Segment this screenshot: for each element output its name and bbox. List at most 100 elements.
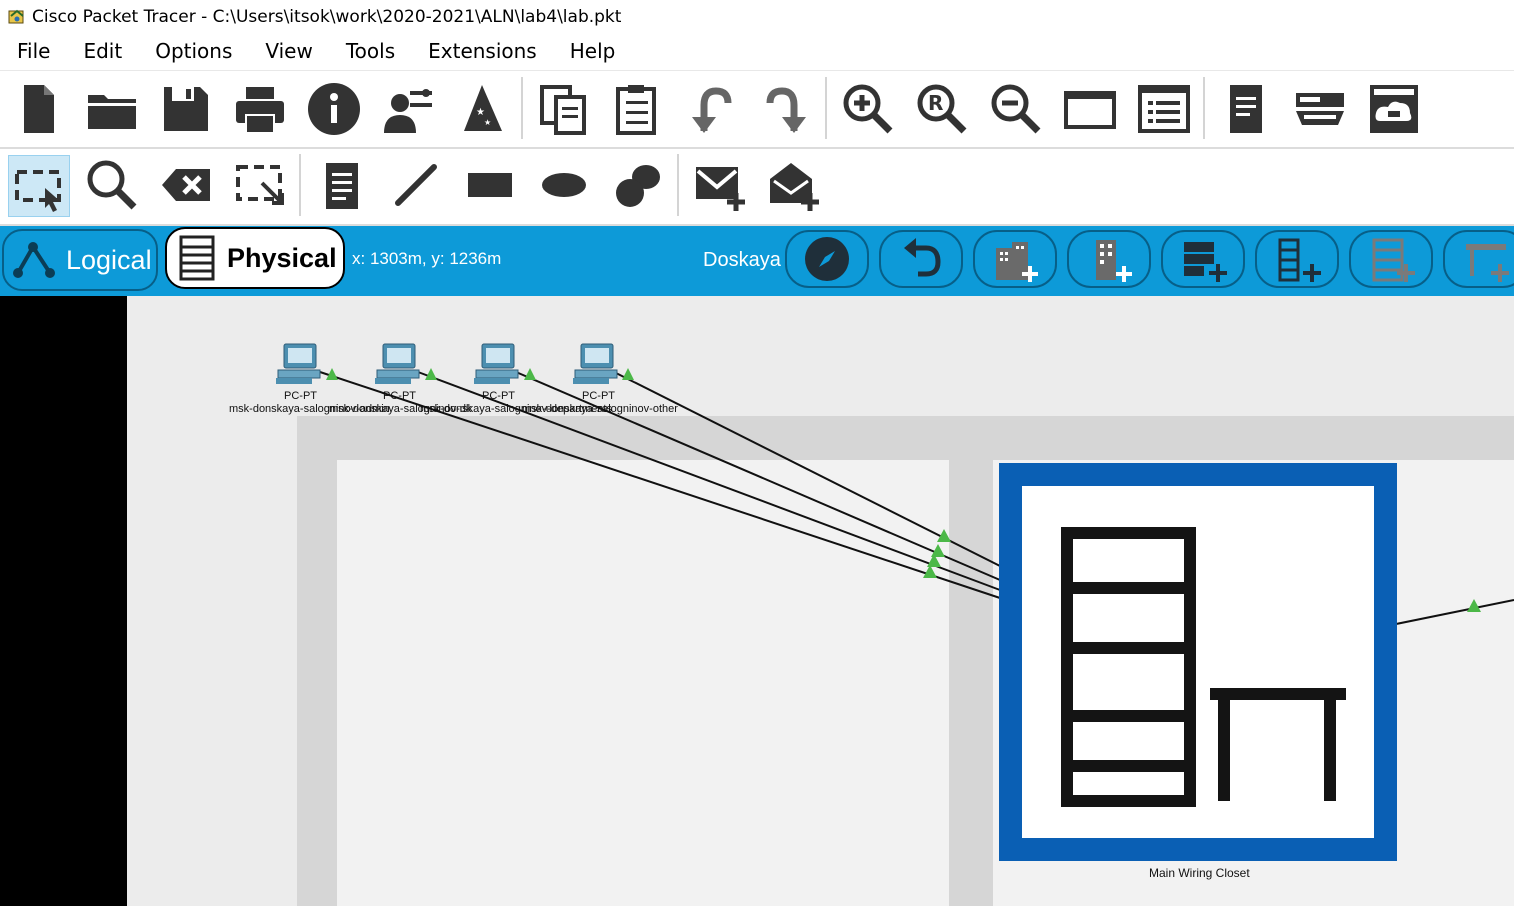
pc4-name-label: msk-donskaya-salogninov-other: [522, 403, 678, 415]
workspace-bar: Logical Physical x: 1303m, y: 1236m Dosk…: [0, 226, 1514, 296]
list-icon: [1138, 85, 1190, 133]
inspect-tool-button[interactable]: [82, 155, 142, 215]
redo-icon: [766, 87, 806, 133]
new-rack-icon: [1278, 238, 1321, 282]
new-closet-button[interactable]: [1161, 230, 1245, 288]
menu-edit[interactable]: Edit: [66, 39, 138, 63]
activity-wizard-icon: [384, 89, 432, 133]
new-file-icon: [24, 85, 54, 133]
device-button[interactable]: [1290, 79, 1350, 139]
new-shelf-button[interactable]: [1349, 230, 1433, 288]
pc3-type-label: PC-PT: [482, 390, 515, 402]
cloud-device-button[interactable]: [1364, 79, 1424, 139]
pc-device-3[interactable]: [474, 343, 519, 384]
window-button[interactable]: [1060, 79, 1120, 139]
menu-tools[interactable]: Tools: [329, 39, 411, 63]
resize-icon: [236, 165, 284, 205]
back-button[interactable]: [879, 230, 963, 288]
window-icon: [1064, 91, 1116, 129]
add-complex-pdu-button[interactable]: [764, 155, 824, 215]
main-wiring-closet-label: Main Wiring Closet: [1149, 866, 1250, 880]
undo-button[interactable]: [682, 79, 742, 139]
new-city-button[interactable]: [973, 230, 1057, 288]
physical-workspace-canvas[interactable]: PC-PT msk-donskaya-salogninov-admin PC-P…: [0, 296, 1514, 906]
svg-text:★: ★: [484, 118, 491, 127]
freeform-tool-button[interactable]: [608, 155, 668, 215]
print-button[interactable]: [230, 79, 290, 139]
pc-device-4[interactable]: [573, 343, 618, 384]
note-tool-button[interactable]: [312, 155, 372, 215]
menu-extensions[interactable]: Extensions: [411, 39, 553, 63]
new-table-icon: [1466, 244, 1509, 282]
room-left: [337, 460, 949, 906]
navigation-button[interactable]: [785, 230, 869, 288]
packet-tracer-app-icon: [8, 9, 24, 24]
menu-options[interactable]: Options: [138, 39, 248, 63]
svg-text:R: R: [928, 91, 943, 115]
new-table-button[interactable]: [1443, 230, 1514, 288]
delete-tool-button[interactable]: [156, 155, 216, 215]
redo-button[interactable]: [756, 79, 816, 139]
paste-icon: [616, 85, 656, 135]
menu-help[interactable]: Help: [553, 39, 632, 63]
new-closet-icon: [1184, 242, 1227, 282]
tab-logical-label: Logical: [66, 244, 152, 275]
tab-physical[interactable]: Physical: [165, 227, 345, 289]
menu-file[interactable]: File: [0, 39, 66, 63]
ellipse-tool-button[interactable]: [534, 155, 594, 215]
zoom-in-button[interactable]: [838, 79, 898, 139]
open-button[interactable]: [82, 79, 142, 139]
add-simple-pdu-button[interactable]: [690, 155, 750, 215]
open-folder-icon: [88, 95, 136, 129]
print-icon: [236, 87, 284, 134]
toolbar-separator: [677, 154, 679, 216]
list-button[interactable]: [1134, 79, 1194, 139]
line-icon: [395, 164, 437, 206]
new-rack-button[interactable]: [1255, 230, 1339, 288]
tab-logical[interactable]: Logical: [2, 229, 158, 291]
new-building-button[interactable]: [1067, 230, 1151, 288]
new-file-button[interactable]: [8, 79, 68, 139]
undo-icon: [692, 87, 732, 133]
logical-topology-icon: [13, 242, 55, 278]
pc-device-2[interactable]: [375, 343, 420, 384]
new-shelf-icon: [1372, 238, 1415, 282]
rectangle-tool-button[interactable]: [460, 155, 520, 215]
pc4-type-label: PC-PT: [582, 390, 615, 402]
copy-icon: [540, 85, 586, 135]
toolbar-separator: [825, 77, 827, 139]
notes-icon: [1230, 85, 1262, 133]
device-icon: [1296, 93, 1344, 125]
select-tool-button[interactable]: [8, 155, 70, 217]
info-button[interactable]: [304, 79, 364, 139]
pc-device-1[interactable]: [276, 343, 321, 384]
canvas-drawing: [276, 343, 1514, 906]
copy-button[interactable]: [534, 79, 594, 139]
inspect-icon: [87, 160, 137, 210]
wizard-button[interactable]: ★ ★: [452, 79, 512, 139]
notes-button[interactable]: [1216, 79, 1276, 139]
zoom-reset-button[interactable]: R: [912, 79, 972, 139]
paste-button[interactable]: [608, 79, 668, 139]
zoom-out-button[interactable]: [986, 79, 1046, 139]
save-button[interactable]: [156, 79, 216, 139]
menu-view[interactable]: View: [248, 39, 328, 63]
main-wiring-closet[interactable]: [999, 463, 1397, 861]
save-icon: [164, 87, 208, 131]
zoom-in-icon: [843, 84, 893, 134]
cloud-device-icon: [1370, 85, 1418, 133]
new-city-icon: [996, 242, 1038, 282]
new-building-icon: [1096, 240, 1132, 282]
select-icon: [15, 170, 61, 212]
tab-physical-label: Physical: [227, 242, 337, 273]
pc1-type-label: PC-PT: [284, 390, 317, 402]
resize-tool-button[interactable]: [230, 155, 290, 215]
toolbar-separator: [1203, 77, 1205, 139]
toolbar-separator: [521, 77, 523, 139]
pc2-type-label: PC-PT: [383, 390, 416, 402]
delete-icon: [162, 169, 210, 201]
line-tool-button[interactable]: [386, 155, 446, 215]
link-up-triangle: [622, 368, 634, 380]
activity-wizard-button[interactable]: [378, 79, 438, 139]
wizard-hat-icon: ★★: [464, 85, 502, 131]
